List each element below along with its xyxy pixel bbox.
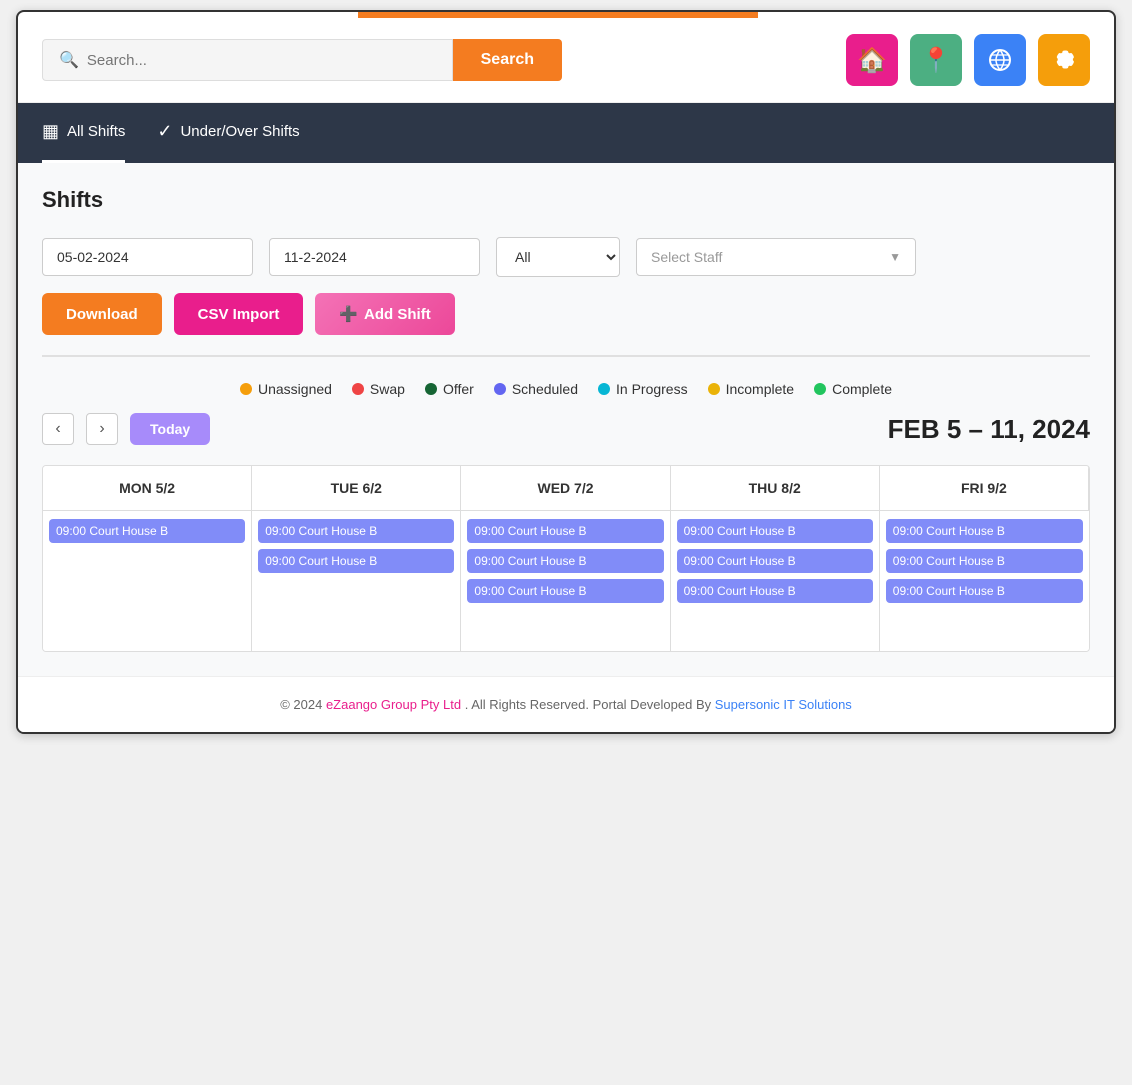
shift-block[interactable]: 09:00 Court House B — [467, 579, 663, 603]
settings-nav-button[interactable] — [1038, 34, 1090, 86]
chevron-down-icon: ▼ — [889, 250, 901, 264]
table-icon: ▦ — [42, 121, 59, 142]
location-icon: 📍 — [921, 46, 951, 75]
globe-icon — [988, 48, 1012, 72]
date-range-title: FEB 5 – 11, 2024 — [888, 414, 1090, 445]
shift-block[interactable]: 09:00 Court House B — [467, 549, 663, 573]
legend-offer: Offer — [425, 381, 474, 397]
scheduled-dot — [494, 383, 506, 395]
csv-import-button[interactable]: CSV Import — [174, 293, 304, 335]
shift-block[interactable]: 09:00 Court House B — [886, 549, 1083, 573]
shift-block[interactable]: 09:00 Court House B — [677, 549, 873, 573]
cal-col-fri: 09:00 Court House B 09:00 Court House B … — [880, 511, 1089, 651]
search-icon: 🔍 — [59, 50, 79, 70]
today-button[interactable]: Today — [130, 413, 210, 445]
check-circle-icon: ✓ — [157, 121, 172, 142]
header: 🔍 Search 🏠 📍 — [18, 18, 1114, 103]
calendar-grid: MON 5/2 TUE 6/2 WED 7/2 THU 8/2 FRI 9/2 … — [42, 465, 1090, 652]
location-nav-button[interactable]: 📍 — [910, 34, 962, 86]
legend-swap: Swap — [352, 381, 405, 397]
home-nav-button[interactable]: 🏠 — [846, 34, 898, 86]
in-progress-dot — [598, 383, 610, 395]
prev-week-button[interactable]: ‹ — [42, 413, 74, 445]
legend-complete: Complete — [814, 381, 892, 397]
search-input[interactable] — [87, 52, 436, 69]
shift-block[interactable]: 09:00 Court House B — [886, 579, 1083, 603]
app-frame: 🔍 Search 🏠 📍 — [16, 10, 1116, 734]
footer-company-link[interactable]: eZaango Group Pty Ltd — [326, 697, 461, 712]
complete-dot — [814, 383, 826, 395]
offer-label: Offer — [443, 381, 474, 397]
shift-block[interactable]: 09:00 Court House B — [49, 519, 245, 543]
shift-block[interactable]: 09:00 Court House B — [677, 579, 873, 603]
date-to-input[interactable] — [269, 238, 480, 276]
add-shift-button[interactable]: ➕ Add Shift — [315, 293, 454, 335]
main-content: Shifts All Scheduled Unassigned In Progr… — [18, 163, 1114, 676]
shift-block[interactable]: 09:00 Court House B — [258, 519, 454, 543]
add-shift-label: Add Shift — [364, 306, 431, 323]
search-input-wrapper: 🔍 — [42, 39, 453, 81]
gear-icon — [1052, 48, 1076, 72]
search-container: 🔍 Search — [42, 39, 562, 81]
filters-row: All Scheduled Unassigned In Progress Com… — [42, 237, 1090, 277]
tab-all-shifts[interactable]: ▦ All Shifts — [42, 103, 125, 163]
legend-in-progress: In Progress — [598, 381, 688, 397]
search-button[interactable]: Search — [453, 39, 562, 81]
shift-block[interactable]: 09:00 Court House B — [467, 519, 663, 543]
in-progress-label: In Progress — [616, 381, 688, 397]
legend-incomplete: Incomplete — [708, 381, 794, 397]
footer-copyright: © 2024 — [280, 697, 322, 712]
swap-label: Swap — [370, 381, 405, 397]
page-title: Shifts — [42, 187, 1090, 213]
tab-under-over-shifts[interactable]: ✓ Under/Over Shifts — [157, 103, 299, 163]
legend-unassigned: Unassigned — [240, 381, 332, 397]
date-from-input[interactable] — [42, 238, 253, 276]
cal-header-thu: THU 8/2 — [671, 466, 880, 511]
nav-icons: 🏠 📍 — [846, 34, 1090, 86]
next-week-button[interactable]: › — [86, 413, 118, 445]
footer-rights-text: . All Rights Reserved. Portal Developed … — [465, 697, 711, 712]
actions-row: Download CSV Import ➕ Add Shift — [42, 293, 1090, 335]
unassigned-dot — [240, 383, 252, 395]
calendar-nav: ‹ › Today FEB 5 – 11, 2024 — [42, 413, 1090, 445]
cal-col-wed: 09:00 Court House B 09:00 Court House B … — [461, 511, 670, 651]
footer: © 2024 eZaango Group Pty Ltd . All Right… — [18, 676, 1114, 732]
download-button[interactable]: Download — [42, 293, 162, 335]
status-select[interactable]: All Scheduled Unassigned In Progress Com… — [496, 237, 620, 277]
cal-col-tue: 09:00 Court House B 09:00 Court House B — [252, 511, 461, 651]
plus-circle-icon: ➕ — [339, 305, 358, 323]
home-icon: 🏠 — [857, 46, 887, 75]
cal-header-fri: FRI 9/2 — [880, 466, 1089, 511]
globe-nav-button[interactable] — [974, 34, 1026, 86]
complete-label: Complete — [832, 381, 892, 397]
cal-col-mon: 09:00 Court House B — [43, 511, 252, 651]
cal-header-tue: TUE 6/2 — [252, 466, 461, 511]
top-accent — [358, 12, 758, 18]
staff-select[interactable]: Select Staff ▼ — [636, 238, 916, 276]
incomplete-dot — [708, 383, 720, 395]
shift-block[interactable]: 09:00 Court House B — [886, 519, 1083, 543]
tab-bar: ▦ All Shifts ✓ Under/Over Shifts — [18, 103, 1114, 163]
incomplete-label: Incomplete — [726, 381, 794, 397]
divider — [42, 355, 1090, 357]
tab-all-shifts-label: All Shifts — [67, 123, 125, 140]
tab-under-over-label: Under/Over Shifts — [180, 123, 299, 140]
shift-block[interactable]: 09:00 Court House B — [677, 519, 873, 543]
legend-scheduled: Scheduled — [494, 381, 578, 397]
footer-developer-link[interactable]: Supersonic IT Solutions — [715, 697, 852, 712]
offer-dot — [425, 383, 437, 395]
scheduled-label: Scheduled — [512, 381, 578, 397]
cal-col-thu: 09:00 Court House B 09:00 Court House B … — [671, 511, 880, 651]
cal-header-mon: MON 5/2 — [43, 466, 252, 511]
legend: Unassigned Swap Offer Scheduled In Progr… — [42, 381, 1090, 397]
staff-select-placeholder: Select Staff — [651, 249, 722, 265]
unassigned-label: Unassigned — [258, 381, 332, 397]
cal-header-wed: WED 7/2 — [461, 466, 670, 511]
swap-dot — [352, 383, 364, 395]
shift-block[interactable]: 09:00 Court House B — [258, 549, 454, 573]
